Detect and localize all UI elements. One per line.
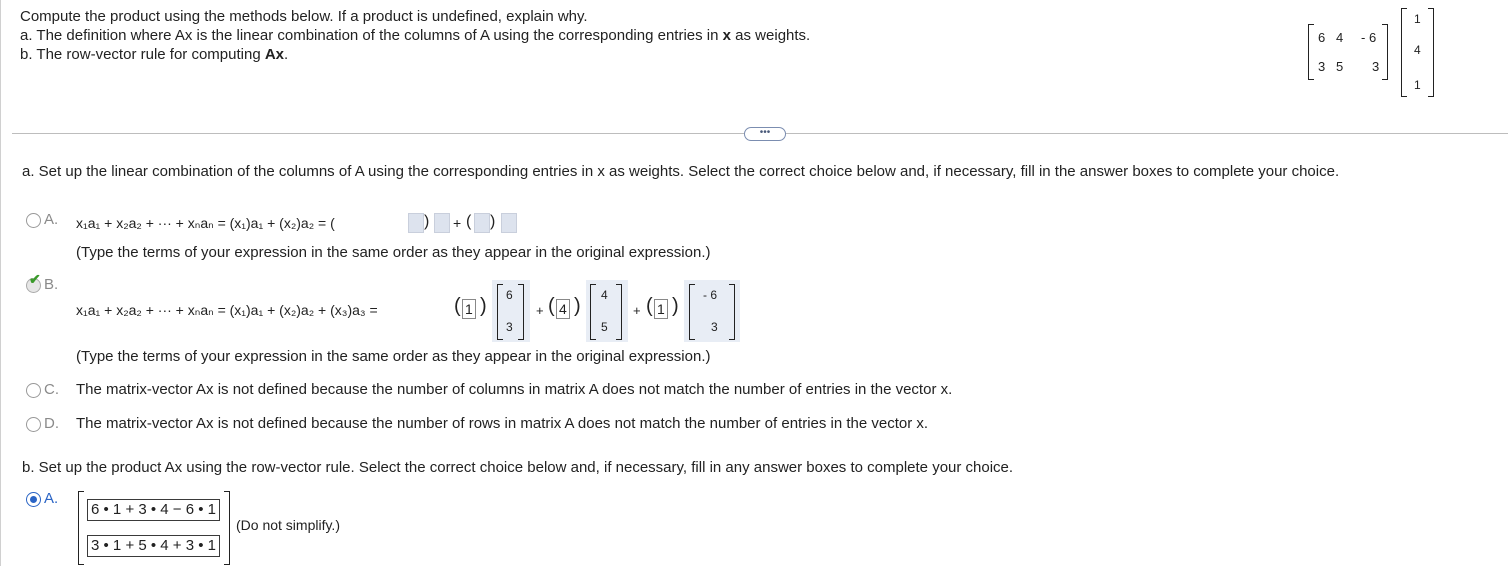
row-2-input[interactable]: 3 • 1 + 5 • 4 + 3 • 1 [87,535,221,557]
matrix-a: 6 4 - 6 3 5 3 [1308,24,1388,80]
part-a-option-a-letter: A. [44,211,59,228]
weight-2-input[interactable]: 4 [556,299,570,319]
w1-close-paren: ) [480,295,487,317]
column-a1: 6 3 [497,284,524,340]
a3-bottom[interactable]: 3 [711,320,718,334]
part-a-option-c-letter: C. [44,381,59,398]
plus-b1: + [536,303,544,318]
intro-line-3-text: b. The row-vector rule for computing [20,46,261,63]
intro-line-3-end: . [284,46,289,63]
a2-top[interactable]: 4 [601,288,608,302]
weight-1-input[interactable]: 1 [462,299,476,319]
intro-line-2-end: as weights. [735,27,811,44]
part-a-option-b-letter: B. [44,276,59,293]
part-a-radio-a[interactable] [26,213,41,228]
part-b-prompt: b. Set up the product Ax using the row-v… [22,459,1014,476]
part-b-radio-a[interactable] [26,492,41,507]
answer-box-a3[interactable] [474,213,490,233]
plus-b2: + [633,303,641,318]
part-a-option-d-text: The matrix-vector Ax is not defined beca… [76,415,929,432]
w2-close-paren: ) [574,295,581,317]
a-13: - 6 [1361,30,1377,45]
part-b-note: (Do not simplify.) [236,517,340,533]
w3-close-paren: ) [672,295,679,317]
paren-close-2: ) [490,213,496,230]
part-a-option-a-note: (Type the terms of your expression in th… [76,244,711,261]
intro-line-3: b. The row-vector rule for computing Ax. [20,46,288,63]
a-22: 5 [1336,59,1344,74]
part-a-radio-d[interactable] [26,417,41,432]
part-a-option-d-letter: D. [44,415,59,432]
paren-close-1: ) [424,213,430,230]
x-3: 1 [1414,78,1421,92]
w2-open-paren: ( [548,295,555,317]
w3-open-paren: ( [646,295,653,317]
intro-ax: Ax [264,46,285,63]
row-1-input[interactable]: 6 • 1 + 3 • 4 − 6 • 1 [87,499,221,521]
more-button[interactable]: ••• [744,127,786,141]
a2-bottom[interactable]: 5 [601,320,608,334]
vector-x: 1 4 1 [1401,8,1434,97]
part-a-option-a-equation: x₁a₁ + x₂a₂ + ··· + xₙaₙ = (x₁)a₁ + (x₂)… [76,215,335,231]
a-11: 6 [1318,30,1326,45]
a1-top[interactable]: 6 [506,288,513,302]
intro-x: x [722,27,731,44]
answer-box-a2[interactable] [434,213,450,233]
intro-line-2-text: a. The definition where Ax is the linear… [20,27,719,44]
part-b-option-a-letter: A. [44,490,59,507]
w1-open-paren: ( [454,295,461,317]
answer-box-a4[interactable] [501,213,517,233]
answer-box-a1[interactable] [408,213,424,233]
column-a3: - 6 3 [689,284,735,340]
x-1: 1 [1414,12,1421,26]
part-a-option-b-note: (Type the terms of your expression in th… [76,348,711,365]
intro-line-2: a. The definition where Ax is the linear… [20,27,810,44]
part-a-option-c-text: The matrix-vector Ax is not defined beca… [76,381,953,398]
plus-a: + [453,215,462,231]
a1-bottom[interactable]: 3 [506,320,513,334]
left-border [0,0,1,566]
column-a2: 4 5 [590,284,622,340]
part-a-option-b-equation: x₁a₁ + x₂a₂ + ··· + xₙaₙ = (x₁)a₁ + (x₂)… [76,302,378,318]
a-12: 4 [1336,30,1344,45]
paren-open-2: ( [466,213,472,230]
part-a-prompt: a. Set up the linear combination of the … [22,163,1340,180]
a-23: 3 [1372,59,1380,74]
weight-3-input[interactable]: 1 [654,299,668,319]
a3-top[interactable]: - 6 [703,288,717,302]
correct-check-icon: ✔ [29,271,41,287]
part-a-radio-c[interactable] [26,383,41,398]
x-2: 4 [1414,43,1421,57]
intro-line-1: Compute the product using the methods be… [20,8,588,25]
a-21: 3 [1318,59,1326,74]
